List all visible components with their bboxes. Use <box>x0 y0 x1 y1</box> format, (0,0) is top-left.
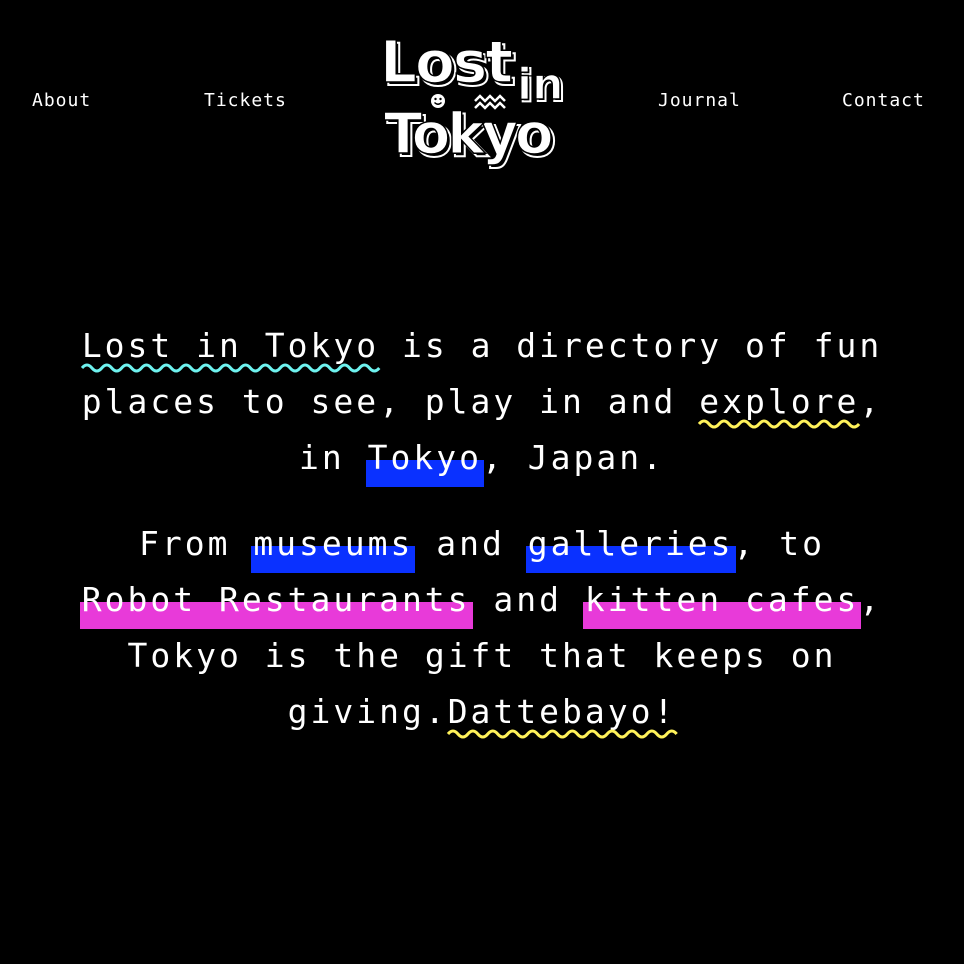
explore-text: explore <box>699 382 860 421</box>
intro-paragraph-1: Lost in Tokyo is a directory of fun plac… <box>50 318 914 487</box>
tokyo-highlight-link[interactable]: Tokyo <box>365 430 485 487</box>
intro-text-segment: Tokyo is the gift that keeps on <box>127 636 837 675</box>
robot-restaurants-highlight-link[interactable]: Robot Restaurants <box>79 572 473 629</box>
lost-in-tokyo-squiggle-link[interactable]: Lost in Tokyo <box>80 318 381 374</box>
intro-paragraph-2: From museums and galleries, to Robot Res… <box>50 516 914 740</box>
intro-text: Lost in Tokyo is a directory of fun plac… <box>50 318 914 740</box>
yellow-squiggle-underline <box>698 419 861 429</box>
nav-tickets-link[interactable]: Tickets <box>204 88 287 114</box>
explore-squiggle-link[interactable]: explore <box>698 374 861 430</box>
galleries-highlight-link[interactable]: galleries <box>525 516 736 573</box>
intro-text-segment: , Japan. <box>482 438 665 477</box>
dattebayo-squiggle-link[interactable]: Dattebayo! <box>446 684 678 740</box>
nav-journal-link[interactable]: Journal <box>658 88 741 114</box>
logo-line2: Tokyo <box>384 102 552 167</box>
intro-text-segment: From <box>138 524 254 563</box>
intro-text-segment: giving. <box>287 692 448 731</box>
intro-text-segment: , <box>859 580 883 619</box>
dattebayo-text: Dattebayo! <box>447 692 677 731</box>
cyan-squiggle-underline <box>80 363 381 373</box>
intro-text-segment: and <box>413 524 528 563</box>
site-logo[interactable]: Lost Lost in in Tokyo Tokyo <box>372 28 582 173</box>
intro-text-segment: places to see, play in and <box>81 382 700 421</box>
yellow-squiggle-underline <box>446 729 678 739</box>
intro-text-segment: , <box>859 382 883 421</box>
intro-text-segment: , to <box>733 524 826 563</box>
intro-text-segment: in <box>299 438 368 477</box>
nav-contact-link[interactable]: Contact <box>842 88 925 114</box>
museums-highlight-link[interactable]: museums <box>251 516 416 573</box>
nav-about-link[interactable]: About <box>32 88 91 114</box>
intro-text-segment: and <box>470 580 585 619</box>
kitten-cafes-highlight-link[interactable]: kitten cafes <box>582 572 862 629</box>
lost-in-tokyo-text: Lost in Tokyo <box>81 326 380 365</box>
logo-graphic: Lost Lost in in Tokyo Tokyo <box>379 28 566 171</box>
intro-text-segment: is a directory of fun <box>379 326 883 365</box>
logo-line1: Lost <box>380 28 512 96</box>
